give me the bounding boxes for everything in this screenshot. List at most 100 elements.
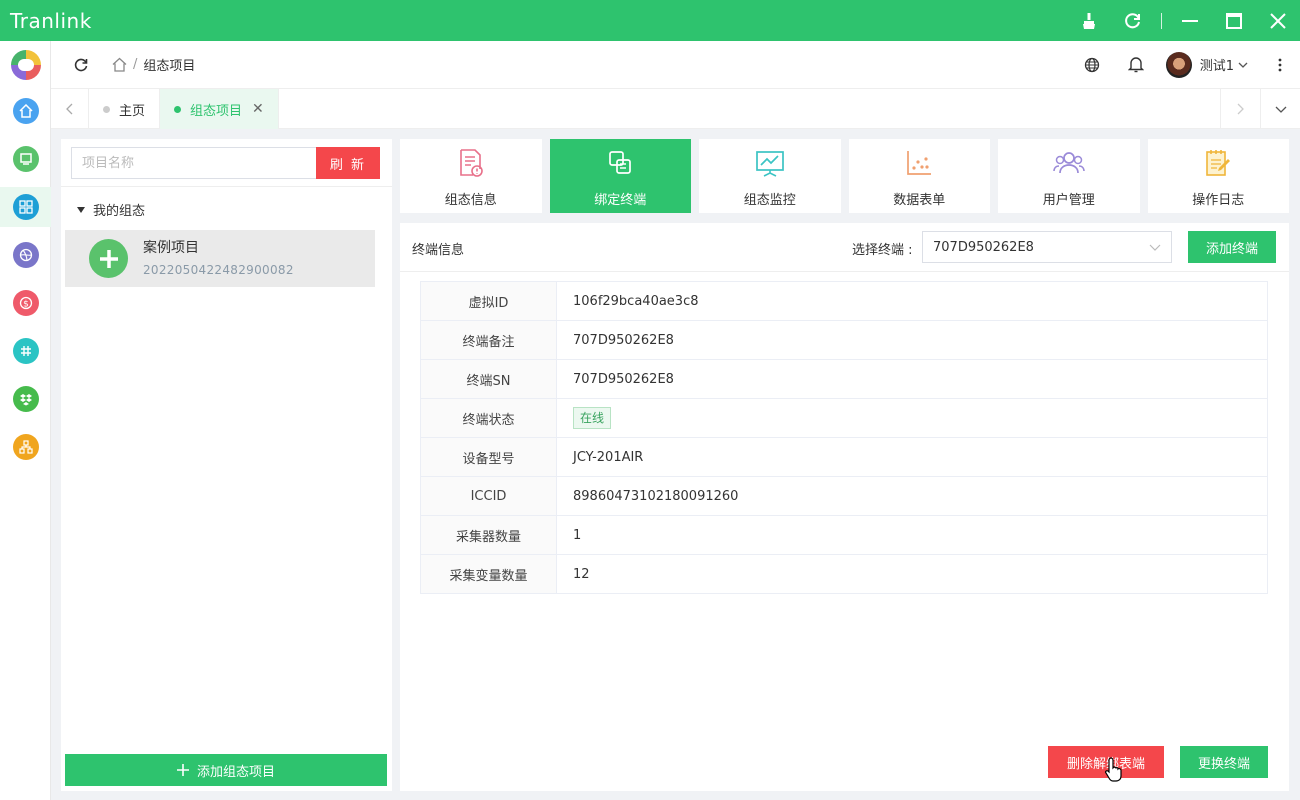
app-title: Tranlink bbox=[10, 8, 92, 33]
table-row: 终端SN 707D950262E8 bbox=[420, 359, 1268, 399]
more-vertical-icon[interactable] bbox=[1260, 41, 1300, 89]
svg-text:$: $ bbox=[23, 300, 29, 310]
tile-label: 数据表单 bbox=[893, 193, 946, 208]
rail-item-slack[interactable] bbox=[0, 331, 51, 371]
chevron-down-icon bbox=[1149, 244, 1161, 251]
tile-config-info[interactable]: 组态信息 bbox=[400, 139, 542, 213]
breadcrumb-current: 组态项目 bbox=[143, 59, 196, 74]
caret-down-icon bbox=[77, 206, 85, 213]
refresh-button[interactable]: 刷 新 bbox=[316, 147, 380, 179]
tabs-bar: 主页 组态项目 ✕ bbox=[51, 89, 1300, 129]
project-list-item[interactable]: 案例项目 2022050422482900082 bbox=[65, 230, 375, 287]
user-avatar[interactable] bbox=[1165, 51, 1192, 78]
table-row: ICCID 89860473102180091260 bbox=[420, 476, 1268, 516]
broom-icon[interactable] bbox=[1067, 0, 1111, 41]
presentation-chart-icon bbox=[754, 147, 786, 179]
side-rail: $ bbox=[0, 41, 51, 800]
tile-label: 组态监控 bbox=[743, 193, 796, 208]
breadcrumb-home-icon[interactable] bbox=[111, 57, 127, 73]
row-value: 89860473102180091260 bbox=[556, 476, 1268, 516]
reload-icon[interactable] bbox=[1111, 0, 1155, 41]
add-project-label: 添加组态项目 bbox=[196, 764, 275, 780]
row-key: 终端SN bbox=[420, 359, 557, 399]
copy-link-icon bbox=[604, 147, 636, 179]
org-chart-icon bbox=[12, 434, 39, 460]
tab-status-dot bbox=[103, 105, 110, 113]
rail-item-projects[interactable] bbox=[0, 187, 51, 227]
add-config-project-button[interactable]: 添加组态项目 bbox=[65, 754, 387, 786]
rail-item-finance[interactable]: $ bbox=[0, 283, 51, 323]
tile-config-monitor[interactable]: 组态监控 bbox=[699, 139, 841, 213]
refresh-page-icon[interactable] bbox=[71, 55, 91, 75]
user-menu[interactable]: 测试1 bbox=[1200, 55, 1248, 74]
tabs-dropdown-icon[interactable] bbox=[1260, 89, 1300, 129]
project-name-search-input[interactable] bbox=[71, 147, 316, 179]
notepad-edit-icon bbox=[1202, 147, 1234, 179]
close-window-icon[interactable] bbox=[1256, 0, 1300, 41]
row-value: 1 bbox=[556, 515, 1268, 555]
table-row: 虚拟ID 106f29bca40ae3c8 bbox=[420, 281, 1268, 321]
document-warning-icon bbox=[455, 147, 487, 179]
tile-bind-terminal[interactable]: 绑定终端 bbox=[549, 139, 691, 213]
tile-label: 绑定终端 bbox=[594, 193, 647, 208]
username-label: 测试1 bbox=[1199, 59, 1234, 74]
rail-item-dropbox[interactable] bbox=[0, 379, 51, 419]
rail-item-dribbble[interactable] bbox=[0, 235, 51, 275]
replace-terminal-button[interactable]: 更换终端 bbox=[1180, 746, 1268, 778]
divider bbox=[61, 186, 392, 187]
chevron-down-icon bbox=[1238, 62, 1248, 68]
tile-operation-log[interactable]: 操作日志 bbox=[1147, 139, 1289, 213]
divider bbox=[400, 271, 1289, 272]
maximize-icon[interactable] bbox=[1212, 0, 1256, 41]
row-key: 终端备注 bbox=[420, 320, 557, 360]
language-globe-icon[interactable] bbox=[1070, 41, 1114, 89]
function-tiles: 组态信息 绑定终端 组态监控 数据表单 用户管理 操作日志 bbox=[400, 139, 1289, 213]
dollar-icon: $ bbox=[12, 290, 39, 316]
plus-icon bbox=[176, 764, 189, 776]
tab-close-icon[interactable]: ✕ bbox=[252, 101, 264, 117]
tab-config-projects[interactable]: 组态项目 ✕ bbox=[160, 89, 279, 129]
row-key: 采集器数量 bbox=[420, 515, 557, 555]
title-bar: Tranlink bbox=[0, 0, 1300, 41]
minimize-icon[interactable] bbox=[1168, 0, 1212, 41]
app-logo-icon bbox=[11, 50, 41, 80]
tabs-scroll-left-icon[interactable] bbox=[51, 89, 89, 129]
monitor-icon bbox=[12, 146, 39, 172]
tile-user-management[interactable]: 用户管理 bbox=[998, 139, 1140, 213]
tree-label: 我的组态 bbox=[93, 204, 146, 219]
tab-label: 主页 bbox=[119, 103, 146, 119]
row-key: 设备型号 bbox=[420, 437, 557, 477]
row-key: 虚拟ID bbox=[420, 281, 557, 321]
tile-label: 用户管理 bbox=[1042, 193, 1095, 208]
project-list-panel: 刷 新 我的组态 案例项目 2022050422482900082 添加组态项目 bbox=[61, 139, 392, 791]
dropbox-icon bbox=[12, 386, 39, 412]
section-title: 终端信息 bbox=[412, 243, 465, 258]
breadcrumb-separator: / bbox=[133, 57, 138, 72]
rail-item-org[interactable] bbox=[0, 427, 51, 467]
home-icon bbox=[12, 98, 39, 124]
selected-terminal-value: 707D950262E8 bbox=[933, 239, 1034, 255]
terminal-info-table: 虚拟ID 106f29bca40ae3c8 终端备注 707D950262E8 终端… bbox=[420, 281, 1268, 594]
row-key: ICCID bbox=[420, 476, 557, 516]
tab-status-dot bbox=[174, 105, 182, 113]
add-terminal-button[interactable]: 添加终端 bbox=[1188, 231, 1276, 263]
rail-item-home[interactable] bbox=[0, 91, 51, 131]
tab-label: 组态项目 bbox=[190, 103, 243, 119]
terminal-select[interactable]: 707D950262E8 bbox=[922, 231, 1172, 263]
my-config-tree-toggle[interactable]: 我的组态 bbox=[77, 200, 145, 219]
tabs-scroll-right-icon[interactable] bbox=[1220, 89, 1260, 129]
tile-label: 组态信息 bbox=[444, 193, 497, 208]
row-key: 终端状态 bbox=[420, 398, 557, 438]
tile-data-forms[interactable]: 数据表单 bbox=[848, 139, 990, 213]
scatter-chart-icon bbox=[903, 147, 935, 179]
table-row: 采集器数量 1 bbox=[420, 515, 1268, 555]
table-row: 终端状态 在线 bbox=[420, 398, 1268, 438]
titlebar-divider bbox=[1161, 12, 1162, 29]
project-name: 案例项目 bbox=[143, 240, 199, 256]
tab-home[interactable]: 主页 bbox=[89, 89, 161, 129]
users-icon bbox=[1053, 147, 1085, 179]
notification-bell-icon[interactable] bbox=[1114, 41, 1158, 89]
rail-item-monitor[interactable] bbox=[0, 139, 51, 179]
hand-pointer-cursor-icon bbox=[1105, 757, 1122, 782]
status-badge: 在线 bbox=[573, 407, 612, 429]
